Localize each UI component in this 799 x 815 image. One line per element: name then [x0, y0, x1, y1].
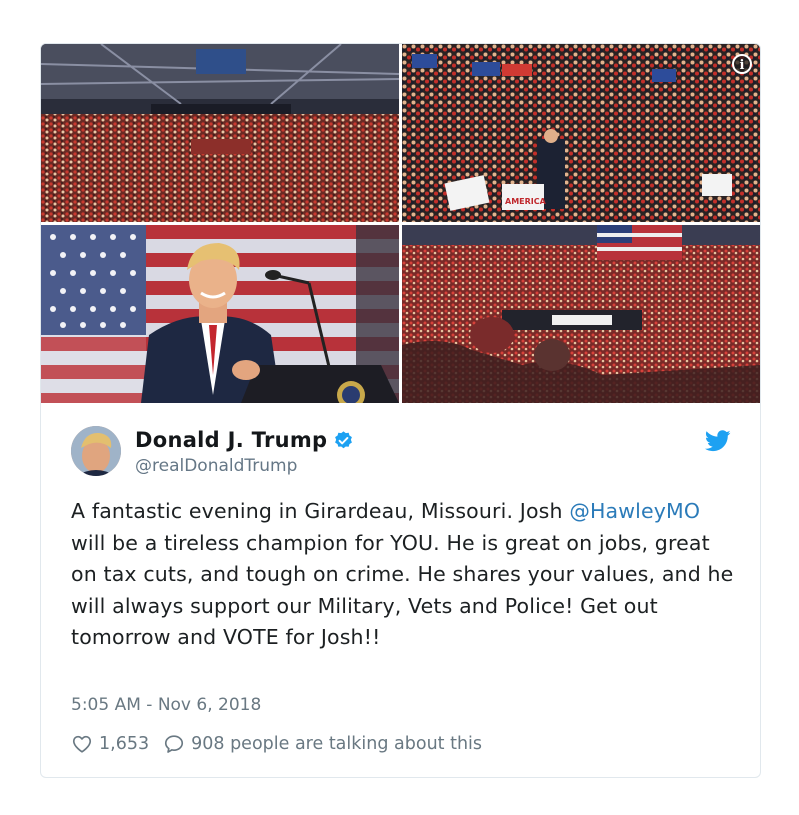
like-button[interactable]: 1,653: [71, 733, 149, 755]
sign-text: AMERICA: [505, 197, 547, 206]
avatar[interactable]: [71, 426, 121, 476]
tweet-header: Donald J. Trump @realDonaldTrump: [71, 426, 731, 478]
media-grid: AMERICA i: [41, 44, 760, 404]
tweet-text-after: will be a tireless champion for YOU. He …: [71, 530, 734, 650]
like-count: 1,653: [99, 734, 150, 754]
talking-count: 908 people are talking about this: [191, 734, 483, 754]
twitter-bird-icon[interactable]: [705, 430, 731, 452]
mention-link[interactable]: @HawleyMO: [569, 499, 700, 523]
heart-icon: [72, 735, 92, 753]
speech-bubble-icon: [165, 735, 184, 753]
reply-conversation-button[interactable]: 908 people are talking about this: [163, 733, 482, 755]
info-icon[interactable]: i: [732, 54, 752, 74]
photo-speaker-podium[interactable]: [41, 225, 399, 403]
tweet-actions: 1,653 908 people are talking about this: [71, 733, 496, 755]
verified-badge-icon: [335, 430, 353, 448]
author-handle[interactable]: @realDonaldTrump: [135, 456, 297, 476]
photo-arena-wide[interactable]: [41, 44, 399, 222]
photo-crowd-stage[interactable]: AMERICA i: [402, 44, 760, 222]
author-name[interactable]: Donald J. Trump: [135, 428, 327, 452]
timestamp[interactable]: 5:05 AM - Nov 6, 2018: [71, 695, 261, 715]
tweet-embed-card[interactable]: AMERICA i Donald J. Trump @realDonaldTru…: [40, 43, 761, 778]
author-name-row: Donald J. Trump: [135, 428, 354, 452]
tweet-text-before: A fantastic evening in Girardeau, Missou…: [71, 499, 570, 523]
tweet-text: A fantastic evening in Girardeau, Missou…: [71, 496, 741, 654]
photo-arena-crowd[interactable]: [402, 225, 760, 403]
